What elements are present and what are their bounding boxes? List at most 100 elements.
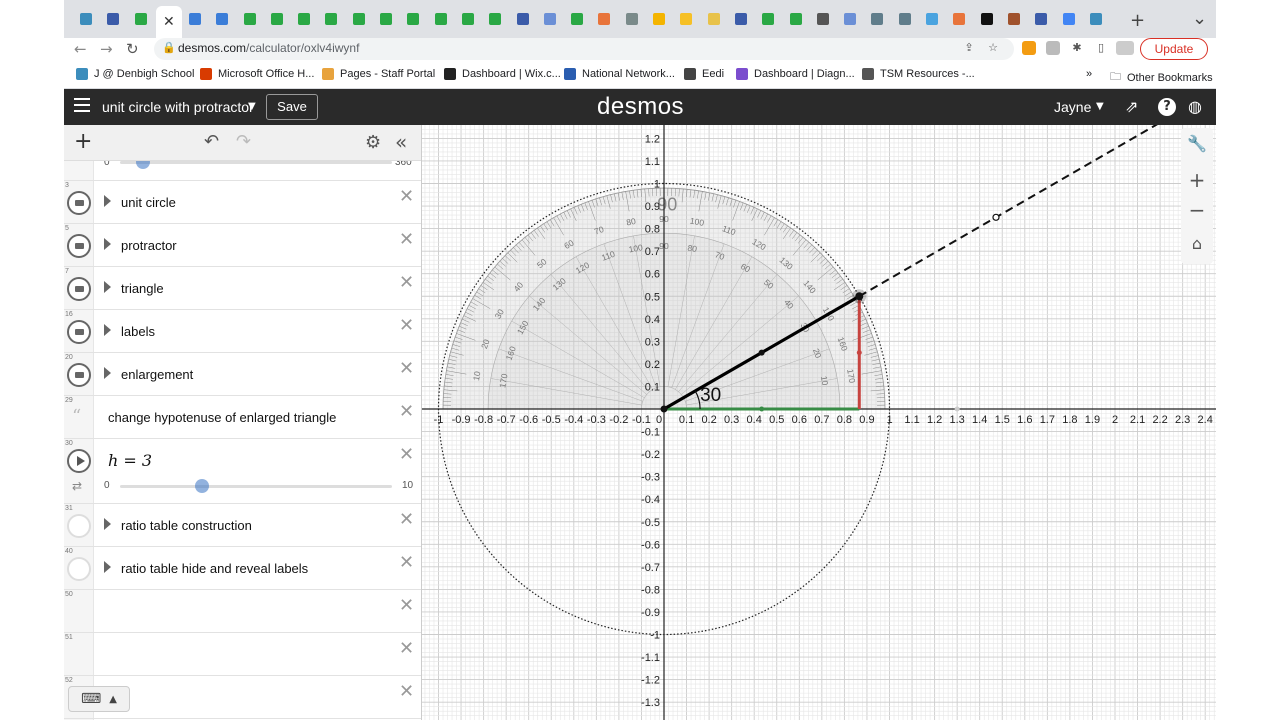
bookmark-item[interactable]: Dashboard | Diagn... — [736, 68, 855, 80]
hidden-folder-icon[interactable] — [67, 557, 91, 581]
browser-tab[interactable] — [403, 8, 423, 30]
extension-icon-1[interactable] — [1022, 41, 1036, 55]
browser-tab[interactable] — [676, 8, 696, 30]
undo-icon[interactable]: ↶ — [204, 131, 219, 152]
add-item-icon[interactable]: + — [74, 129, 92, 154]
folder-label[interactable]: triangle — [121, 281, 164, 296]
share-icon[interactable]: ⇪ — [962, 41, 976, 55]
bookmark-item[interactable]: Pages - Staff Portal — [322, 68, 435, 80]
wrench-icon[interactable]: 🔧 — [1181, 128, 1213, 160]
hidden-folder-icon[interactable] — [67, 514, 91, 538]
forward-icon[interactable]: → — [100, 40, 113, 58]
folder-label[interactable]: enlargement — [121, 367, 193, 382]
browser-tab[interactable] — [594, 8, 614, 30]
expand-caret-icon[interactable] — [104, 561, 111, 573]
browser-tab[interactable] — [540, 8, 560, 30]
folder-icon[interactable] — [67, 234, 91, 258]
expand-caret-icon[interactable] — [104, 195, 111, 207]
folder-label[interactable]: ratio table hide and reveal labels — [121, 561, 308, 576]
hypotenuse-midpoint[interactable] — [758, 349, 765, 356]
graph-canvas[interactable]: 1701016020150301404013050120601107010080… — [422, 125, 1216, 720]
folder-icon[interactable] — [67, 363, 91, 387]
browser-tab[interactable] — [185, 8, 205, 30]
share-graph-icon[interactable]: ⇗ — [1125, 97, 1138, 116]
folder-label[interactable]: protractor — [121, 238, 177, 253]
tab-active[interactable]: ✕ — [155, 6, 182, 38]
browser-tab[interactable] — [376, 8, 396, 30]
bookmark-item[interactable]: J @ Denbigh School — [76, 68, 194, 80]
profile-avatar[interactable] — [1116, 41, 1134, 55]
folder-icon[interactable] — [67, 320, 91, 344]
folder-label[interactable]: labels — [121, 324, 155, 339]
browser-tab[interactable] — [922, 8, 942, 30]
delete-row-icon[interactable]: ✕ — [399, 229, 414, 250]
slider-track[interactable] — [120, 485, 392, 488]
draggable-point[interactable] — [855, 292, 864, 301]
browser-tab[interactable] — [76, 8, 96, 30]
opposite-midpoint[interactable] — [856, 350, 862, 356]
close-tab-icon[interactable]: ✕ — [163, 14, 175, 30]
browser-tab[interactable] — [758, 8, 778, 30]
delete-row-icon[interactable]: ✕ — [399, 444, 414, 465]
note-text[interactable]: change hypotenuse of enlarged triangle — [108, 410, 336, 425]
folder-icon[interactable] — [67, 191, 91, 215]
new-tab-icon[interactable]: + — [1130, 10, 1145, 31]
bookmark-item[interactable]: Dashboard | Wix.c... — [444, 68, 561, 80]
browser-tab[interactable] — [103, 8, 123, 30]
extensions-puzzle-icon[interactable]: ✱ — [1070, 41, 1084, 55]
user-dropdown-icon[interactable]: ▼ — [1096, 101, 1104, 112]
delete-row-icon[interactable]: ✕ — [399, 186, 414, 207]
slider-track[interactable] — [120, 161, 392, 164]
delete-row-icon[interactable]: ✕ — [399, 272, 414, 293]
folder-label[interactable]: unit circle — [121, 195, 176, 210]
expression-row[interactable]: 3 unit circle ✕ — [64, 181, 421, 224]
expression-row[interactable]: 40 ratio table hide and reveal labels ✕ — [64, 547, 421, 590]
browser-tab[interactable] — [1031, 8, 1051, 30]
bookmark-item[interactable]: Microsoft Office H... — [200, 68, 314, 80]
expand-caret-icon[interactable] — [104, 281, 111, 293]
browser-tab[interactable] — [649, 8, 669, 30]
expression-row[interactable]: 20 enlargement ✕ — [64, 353, 421, 396]
delete-row-icon[interactable]: ✕ — [399, 595, 414, 616]
expression-row[interactable]: 7 triangle ✕ — [64, 267, 421, 310]
expression-row[interactable]: 29 “ change hypotenuse of enlarged triangl… — [64, 396, 421, 439]
browser-tab[interactable] — [977, 8, 997, 30]
browser-tab[interactable] — [431, 8, 451, 30]
browser-tab[interactable] — [949, 8, 969, 30]
back-icon[interactable]: ← — [74, 40, 87, 58]
bookmark-star-icon[interactable]: ☆ — [986, 41, 1000, 55]
expression-row[interactable]: 30 h = 3 ⇄ 0 10 ✕ — [64, 439, 421, 504]
play-animation-icon[interactable] — [67, 449, 91, 473]
delete-row-icon[interactable]: ✕ — [399, 401, 414, 422]
graph-title[interactable]: unit circle with protractor — [102, 99, 254, 115]
extension-icon-2[interactable] — [1046, 41, 1060, 55]
slider-expression[interactable]: h = 3 — [108, 451, 152, 470]
browser-tab[interactable] — [813, 8, 833, 30]
delete-row-icon[interactable]: ✕ — [399, 552, 414, 573]
delete-row-icon[interactable]: ✕ — [399, 638, 414, 659]
browser-tab[interactable] — [267, 8, 287, 30]
browser-tab[interactable] — [731, 8, 751, 30]
delete-row-icon[interactable]: ✕ — [399, 681, 414, 702]
browser-tab[interactable] — [786, 8, 806, 30]
browser-tab[interactable] — [513, 8, 533, 30]
redo-icon[interactable]: ↷ — [236, 131, 251, 152]
browser-tab[interactable] — [485, 8, 505, 30]
browser-tab[interactable] — [349, 8, 369, 30]
expand-caret-icon[interactable] — [104, 367, 111, 379]
browser-tab[interactable] — [895, 8, 915, 30]
browser-tab[interactable] — [294, 8, 314, 30]
expand-caret-icon[interactable] — [104, 238, 111, 250]
reload-icon[interactable]: ↻ — [126, 40, 139, 58]
expression-row[interactable]: 16 labels ✕ — [64, 310, 421, 353]
browser-tab[interactable] — [567, 8, 587, 30]
zoom-in-icon[interactable]: + — [1181, 164, 1213, 196]
save-button[interactable]: Save — [266, 94, 318, 120]
expression-row[interactable]: 50 ✕ — [64, 590, 421, 633]
slider-thumb[interactable] — [194, 479, 209, 493]
bookmark-item[interactable]: National Network... — [564, 68, 675, 80]
folder-icon[interactable] — [67, 277, 91, 301]
browser-tab[interactable] — [458, 8, 478, 30]
delete-row-icon[interactable]: ✕ — [399, 509, 414, 530]
browser-tab[interactable] — [1086, 8, 1106, 30]
